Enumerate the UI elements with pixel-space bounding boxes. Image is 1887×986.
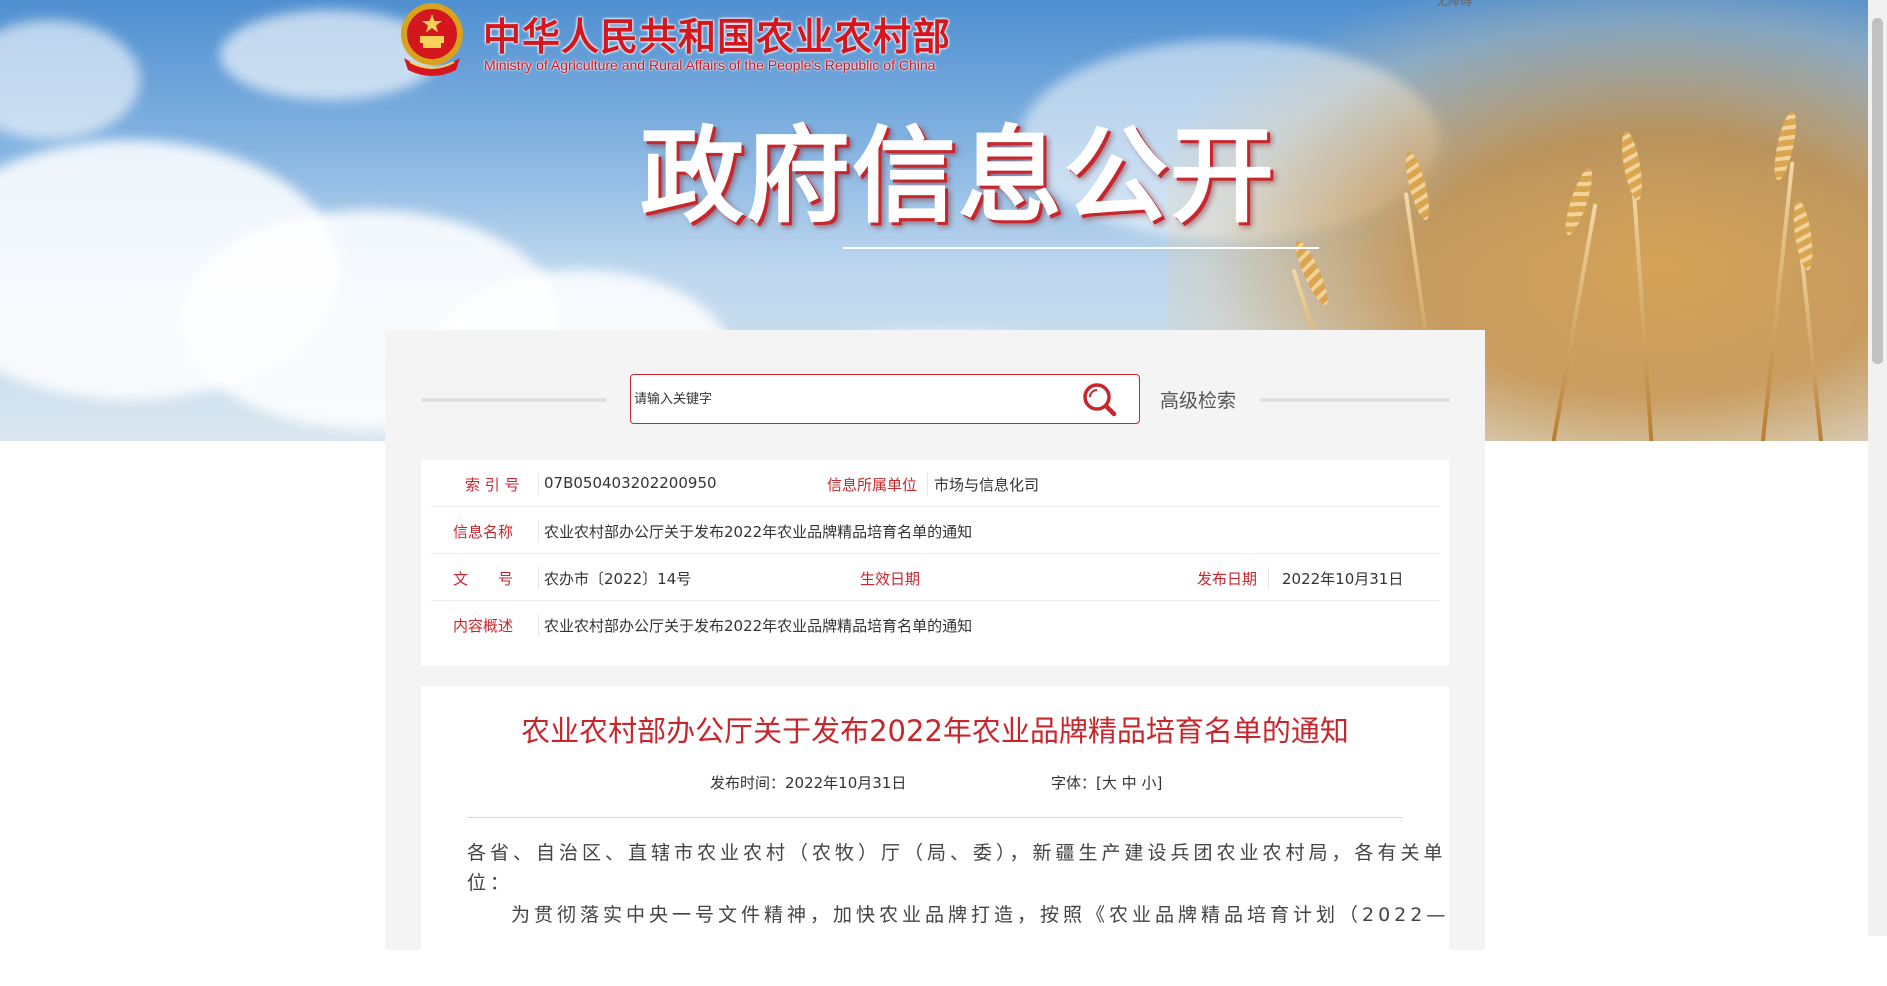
font-size-small-button[interactable]: 小: [1141, 774, 1156, 792]
issuing-unit-label: 信息所属单位: [827, 476, 918, 494]
issuing-unit-value: 市场与信息化司: [934, 476, 1040, 494]
font-size-large-button[interactable]: 大: [1102, 774, 1117, 792]
search-divider-left: [421, 398, 607, 402]
article-divider: [467, 817, 1403, 818]
search-box: [630, 374, 1140, 424]
font-size-medium-button[interactable]: 中: [1122, 774, 1137, 792]
font-size-label: 字体：: [1051, 774, 1097, 792]
article-paragraph-line: 各省、自治区、直辖市农业农村（农牧）厅（局、委），新疆生产建设兵团农业农村局，各…: [467, 842, 1447, 864]
cloud-decoration: [0, 20, 140, 140]
column-separator: [1268, 567, 1269, 589]
doc-number-label: 文 号: [453, 570, 514, 588]
national-emblem-icon[interactable]: [398, 0, 466, 78]
accessibility-link[interactable]: 无障碍: [1436, 0, 1472, 9]
search-bar-row: 高级检索: [385, 330, 1485, 442]
article-paragraph-line: 为贯彻落实中央一号文件精神，加快农业品牌打造，按照《农业品牌精品培育计划（202…: [511, 904, 1450, 926]
info-row-doc-number: 文 号 农办市〔2022〕14号 生效日期 发布日期 2022年10月31日: [431, 554, 1439, 601]
column-separator: [538, 614, 539, 636]
summary-label: 内容概述: [453, 617, 514, 635]
effective-date-label: 生效日期: [860, 570, 921, 588]
article-title: 农业农村部办公厅关于发布2022年农业品牌精品培育名单的通知: [521, 714, 1349, 748]
search-input[interactable]: [634, 376, 1064, 422]
column-separator: [538, 473, 539, 495]
site-title-english: Ministry of Agriculture and Rural Affair…: [484, 57, 936, 73]
column-separator: [538, 567, 539, 589]
article-body: 农业农村部办公厅关于发布2022年农业品牌精品培育名单的通知 发布时间： 202…: [421, 686, 1449, 986]
article-meta: 发布时间： 2022年10月31日 字体： [大 中 小]: [421, 772, 1449, 792]
main-content: 高级检索 索 引 号 07B050403202200950 信息所属单位 市场与…: [385, 330, 1485, 986]
search-divider-right: [1260, 398, 1450, 402]
publish-date-label: 发布日期: [1197, 570, 1258, 588]
info-row-summary: 内容概述 农业农村部办公厅关于发布2022年农业品牌精品培育名单的通知: [431, 601, 1439, 648]
info-row-name: 信息名称 农业农村部办公厅关于发布2022年农业品牌精品培育名单的通知: [431, 507, 1439, 554]
search-icon[interactable]: [1079, 380, 1119, 418]
column-separator: [927, 473, 928, 495]
doc-number-value: 农办市〔2022〕14号: [544, 570, 692, 588]
heading-underline: [843, 247, 1319, 249]
column-separator: [538, 520, 539, 542]
font-size-control: [大 中 小]: [1096, 772, 1162, 793]
page-heading: 政府信息公开: [640, 114, 1277, 237]
info-name-label: 信息名称: [453, 523, 514, 541]
scrollbar-thumb[interactable]: [1872, 18, 1883, 364]
publish-time-value: 2022年10月31日: [785, 774, 907, 792]
publish-time-label: 发布时间：: [710, 774, 786, 792]
summary-value: 农业农村部办公厅关于发布2022年农业品牌精品培育名单的通知: [544, 617, 973, 635]
index-number-label: 索 引 号: [465, 476, 520, 494]
info-row-index: 索 引 号 07B050403202200950 信息所属单位 市场与信息化司: [431, 460, 1439, 507]
site-title[interactable]: 中华人民共和国农业农村部: [483, 6, 951, 61]
article-paragraph-line: 位：: [467, 872, 514, 894]
document-info-table: 索 引 号 07B050403202200950 信息所属单位 市场与信息化司 …: [421, 460, 1449, 666]
index-number-value: 07B050403202200950: [544, 474, 717, 492]
bracket-close: ]: [1156, 774, 1163, 792]
page-scrollbar[interactable]: [1868, 0, 1887, 936]
publish-date-value: 2022年10月31日: [1282, 570, 1404, 588]
advanced-search-link[interactable]: 高级检索: [1160, 386, 1236, 413]
info-name-value: 农业农村部办公厅关于发布2022年农业品牌精品培育名单的通知: [544, 523, 973, 541]
